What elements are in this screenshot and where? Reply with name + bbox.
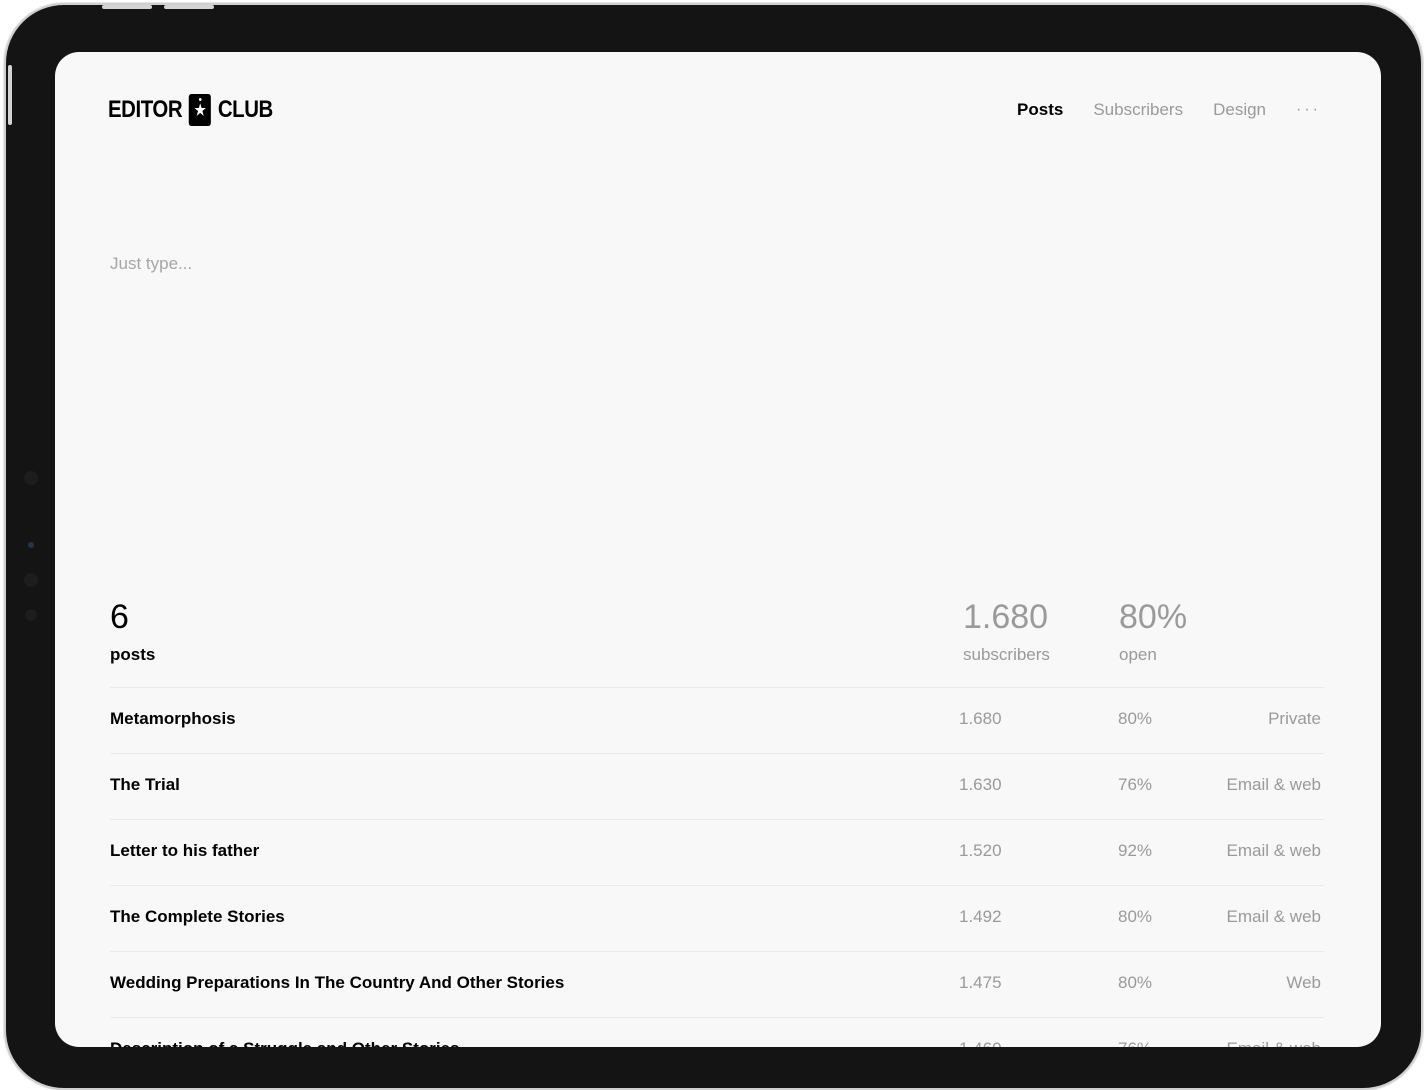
post-subscribers: 1.475 [959, 973, 1002, 992]
post-subscribers: 1.492 [959, 907, 1002, 926]
top-button [102, 5, 152, 9]
side-button [8, 65, 12, 125]
top-button [164, 5, 214, 9]
post-visibility: Email & web [1226, 775, 1321, 794]
post-visibility: Email & web [1227, 1039, 1321, 1047]
sensor-icon [24, 471, 38, 485]
post-open-rate: 80% [1118, 709, 1153, 728]
table-row[interactable]: The Complete Stories 1.492 80% Email & w… [110, 885, 1324, 951]
post-title: Metamorphosis [110, 709, 236, 728]
brand-word-editor: EDITOR [108, 96, 183, 123]
more-icon[interactable]: ··· [1296, 101, 1321, 119]
post-open-rate: 76% [1118, 775, 1153, 794]
post-open-rate: 80% [1118, 907, 1153, 926]
post-subscribers: 1.520 [959, 841, 1002, 860]
main-nav: Posts Subscribers Design ··· [1017, 100, 1321, 120]
camera-icon [28, 542, 34, 548]
stat-posts-label: posts [110, 645, 156, 664]
post-title: The Trial [110, 775, 180, 794]
sensor-icon [25, 609, 37, 621]
table-row[interactable]: Letter to his father 1.520 92% Email & w… [110, 819, 1324, 885]
post-open-rate: 80% [1118, 973, 1153, 992]
tablet-frame: EDITOR ★ CLUB Posts Subscribers Design ·… [6, 5, 1421, 1088]
stat-subscribers: 1.680 subscribers [963, 598, 1050, 665]
post-visibility: Email & web [1226, 907, 1321, 926]
post-open-rate: 76% [1118, 1039, 1152, 1047]
posts-table: Metamorphosis 1.680 80% Private The Tria… [110, 687, 1324, 1047]
table-row[interactable]: Wedding Preparations In The Country And … [110, 951, 1324, 1017]
post-title: Wedding Preparations In The Country And … [110, 973, 565, 992]
post-subscribers: 1.460 [959, 1039, 1002, 1047]
post-visibility: Private [1268, 709, 1321, 728]
nav-item-subscribers[interactable]: Subscribers [1093, 100, 1183, 120]
stat-open-label: open [1119, 645, 1157, 664]
nav-item-design[interactable]: Design [1213, 100, 1266, 120]
stat-subscribers-label: subscribers [963, 645, 1050, 664]
post-title: Description of a Struggle and Other Stor… [110, 1039, 460, 1047]
table-row[interactable]: The Trial 1.630 76% Email & web [110, 753, 1324, 819]
table-row[interactable]: Description of a Struggle and Other Stor… [110, 1017, 1324, 1047]
stat-open-value: 80% [1119, 598, 1188, 636]
star-icon: ★ [188, 94, 212, 126]
post-subscribers: 1.630 [959, 775, 1002, 794]
brand-logo[interactable]: EDITOR ★ CLUB [108, 94, 273, 126]
app-screen: EDITOR ★ CLUB Posts Subscribers Design ·… [55, 52, 1381, 1047]
sensor-icon [24, 573, 38, 587]
post-visibility: Web [1286, 973, 1321, 992]
stat-subscribers-value: 1.680 [963, 598, 1049, 636]
stat-open: 80% open [1119, 598, 1187, 665]
post-title: The Complete Stories [110, 907, 285, 926]
post-editor-input[interactable] [110, 252, 710, 276]
table-row[interactable]: Metamorphosis 1.680 80% Private [110, 687, 1324, 753]
post-title: Letter to his father [110, 841, 260, 860]
brand-word-club: CLUB [217, 96, 273, 123]
post-visibility: Email & web [1226, 841, 1321, 860]
stat-posts-value: 6 [110, 598, 129, 636]
post-open-rate: 92% [1118, 841, 1153, 860]
post-subscribers: 1.680 [959, 709, 1002, 728]
nav-item-posts[interactable]: Posts [1017, 100, 1063, 120]
stat-posts: 6 posts [110, 598, 155, 665]
